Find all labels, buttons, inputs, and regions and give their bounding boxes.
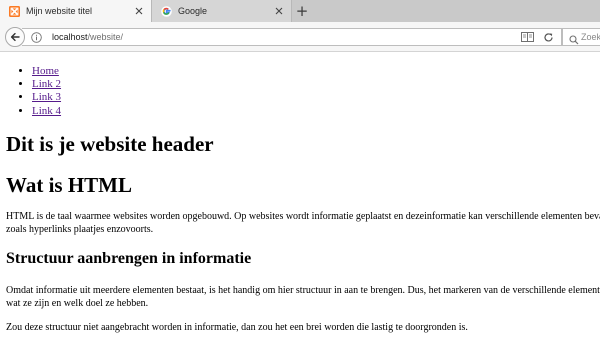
google-icon: [161, 5, 172, 17]
nav-link-2[interactable]: Link 2: [32, 78, 61, 90]
paragraph-brei: Zou deze structuur niet aangebracht word…: [6, 322, 468, 333]
nav-item-link-4: Link 4: [32, 105, 61, 118]
reader-view-icon[interactable]: [520, 31, 534, 43]
nav-link-4[interactable]: Link 4: [32, 105, 61, 117]
search-bar[interactable]: Zoek: [562, 28, 600, 46]
paragraph-structuur: Omdat informatie uit meerdere elementen …: [6, 285, 600, 309]
back-button[interactable]: [5, 27, 25, 47]
xampp-icon: [9, 5, 20, 17]
new-tab-button[interactable]: +: [292, 0, 312, 22]
reload-icon[interactable]: [542, 31, 554, 43]
tab-mijn-website-titel[interactable]: Mijn website titel: [0, 0, 152, 22]
info-icon[interactable]: [30, 31, 42, 43]
nav-link-3[interactable]: Link 3: [32, 91, 61, 103]
heading-structuur: Structuur aanbrengen in informatie: [6, 250, 252, 267]
plus-icon: +: [295, 2, 309, 20]
nav-menu: Home Link 2 Link 3 Link 4: [32, 65, 61, 118]
close-tab-icon[interactable]: [133, 5, 145, 17]
tab-title: Google: [178, 6, 208, 16]
paragraph-html-intro: HTML is de taal waarmee websites worden …: [6, 211, 600, 235]
site-header: Dit is je website header: [6, 132, 214, 156]
search-placeholder: Zoek: [581, 32, 600, 42]
navigation-toolbar: localhost/website/ Zoek: [0, 22, 600, 52]
url-path: /website/: [87, 32, 124, 42]
tab-google[interactable]: Google: [152, 0, 292, 22]
tab-strip: Mijn website titel Google +: [0, 0, 600, 22]
nav-item-link-3: Link 3: [32, 91, 61, 104]
url-text[interactable]: localhost/website/: [52, 29, 123, 45]
back-arrow-icon: [10, 32, 20, 42]
heading-wat-is-html: Wat is HTML: [6, 173, 133, 197]
close-tab-icon[interactable]: [273, 5, 285, 17]
nav-item-link-2: Link 2: [32, 78, 61, 91]
url-bar[interactable]: localhost/website/: [22, 28, 562, 46]
page-content: Home Link 2 Link 3 Link 4 Dit is je webs…: [0, 52, 600, 338]
nav-item-home: Home: [32, 65, 61, 78]
url-host: localhost: [52, 32, 88, 42]
search-icon: [569, 32, 579, 45]
nav-link-home[interactable]: Home: [32, 65, 59, 77]
tab-title: Mijn website titel: [26, 6, 93, 16]
